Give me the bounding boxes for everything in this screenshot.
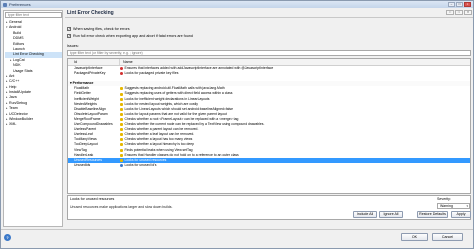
warning-icon	[120, 158, 123, 162]
tree-item-label: Lint Error Checking	[13, 52, 44, 57]
issue-description-body: Unused resources make applications large…	[70, 205, 173, 209]
issues-table[interactable]: Id Name JavascriptInterface Ensures that …	[67, 58, 471, 194]
footer-divider	[1, 229, 473, 230]
check-on-save[interactable]: ✓ When saving files, check for errors	[67, 27, 130, 31]
ignore-all-button[interactable]: Ignore All	[379, 211, 403, 218]
tree-filter-input[interactable]	[5, 12, 62, 18]
preferences-tree: ▸General ▾Android Build DDMS Editors Launch Li…	[5, 20, 62, 128]
warning-icon	[120, 92, 123, 96]
tree-item-label: DDMS	[13, 36, 24, 41]
info-icon	[120, 163, 123, 167]
warning-icon	[120, 128, 123, 132]
check-on-save-label: When saving files, check for errors	[73, 27, 130, 31]
restore-defaults-button[interactable]: Restore Defaults	[417, 211, 448, 218]
page-title: Lint Error Checking	[67, 10, 114, 16]
preferences-window: Preferences – □ × ▸General▾AndroidBuildD…	[0, 0, 474, 249]
chevron-down-icon: ▾	[466, 204, 468, 208]
table-body: JavascriptInterface Ensures that interfac…	[68, 66, 470, 168]
table-header: Id Name	[68, 59, 470, 66]
tree-item-label: NDK	[13, 63, 21, 68]
warning-icon	[120, 138, 123, 142]
warning-icon	[120, 143, 123, 147]
preferences-tree-pane: ▸General▾AndroidBuildDDMSEditorsLaunchLi…	[3, 10, 63, 227]
warning-icon	[120, 107, 123, 111]
tree-item-label: Help	[9, 84, 17, 89]
column-header-id[interactable]: Id	[68, 59, 120, 65]
error-icon	[120, 67, 123, 71]
issues-label: Issues:	[67, 44, 79, 48]
tree-item-label: LogCat	[13, 57, 25, 62]
check-on-export[interactable]: ✓ Run full error check when exporting ap…	[67, 34, 193, 38]
issue-id-cell: UnusedIds	[74, 162, 91, 167]
apply-button[interactable]: Apply	[451, 211, 471, 218]
include-all-button[interactable]: Include All	[353, 211, 377, 218]
close-button[interactable]: ×	[464, 2, 471, 7]
help-icon[interactable]: ?	[4, 234, 11, 241]
tree-item-label: Launch	[13, 46, 25, 51]
tree-item-label: Ant	[9, 73, 15, 78]
page-nav: ⇦ ⇨ ▾	[446, 10, 472, 15]
check-on-export-label: Run full error check when exporting app …	[73, 34, 193, 38]
column-header-name[interactable]: Name	[120, 59, 470, 65]
tree-item-label: UCDetector	[9, 111, 28, 116]
tree-item-label: Team	[9, 106, 18, 111]
tree-item[interactable]: ▸XML	[5, 122, 62, 127]
maximize-button[interactable]: □	[456, 2, 463, 7]
issue-description-pane: Looks for unused resources Unused resour…	[67, 195, 471, 220]
tree-item-label: C/C++	[9, 79, 20, 84]
warning-icon	[120, 117, 123, 121]
tree-item-label: Android	[9, 25, 22, 30]
warning-icon	[120, 123, 123, 127]
cancel-button[interactable]: Cancel	[432, 233, 463, 241]
app-icon	[3, 2, 7, 7]
warning-icon	[120, 153, 123, 157]
warning-icon	[120, 148, 123, 152]
tree-item-label: Run/Debug	[9, 100, 28, 105]
back-button[interactable]: ⇦	[446, 10, 454, 15]
issue-name-cell: Looks for unused id's	[120, 163, 470, 168]
window-controls: – □ ×	[448, 2, 471, 7]
severity-value: Warning	[440, 204, 453, 208]
check-on-export-checkbox[interactable]: ✓	[67, 34, 71, 38]
tree-item-label: Editors	[13, 41, 25, 46]
tree-item-label: Java	[9, 95, 17, 100]
ok-button[interactable]: OK	[401, 233, 428, 241]
issue-description-title: Looks for unused resources	[70, 197, 115, 201]
severity-label: Severity:	[437, 197, 451, 201]
title-divider	[65, 17, 473, 18]
warning-icon	[120, 87, 123, 91]
forward-button[interactable]: ⇨	[455, 10, 463, 15]
window-title: Preferences	[9, 2, 31, 7]
tree-item-label: Install/Update	[9, 90, 31, 95]
nav-menu-button[interactable]: ▾	[464, 10, 472, 15]
warning-icon	[120, 112, 123, 116]
warning-icon	[120, 102, 123, 106]
minimize-button[interactable]: –	[448, 2, 455, 7]
tree-item-label: Usage Stats	[13, 68, 33, 73]
warning-icon	[120, 133, 123, 137]
lint-page: Lint Error Checking ⇦ ⇨ ▾ ✓ When saving …	[65, 10, 473, 227]
tree-item-label: General	[9, 20, 22, 24]
severity-select[interactable]: Warning ▾	[437, 203, 470, 209]
issue-name-text: Looks for unused id's	[124, 162, 157, 167]
tree-item-label: Build	[13, 30, 21, 35]
tree-item-label: XML	[9, 122, 17, 127]
error-icon	[120, 72, 123, 76]
issues-filter-input[interactable]	[67, 50, 471, 56]
table-row[interactable]: UnusedIds Looks for unused id's	[68, 163, 470, 168]
warning-icon	[120, 97, 123, 101]
tree-item-label: WindowBuilder	[9, 117, 33, 122]
check-on-save-checkbox[interactable]: ✓	[67, 27, 71, 31]
title-bar: Preferences – □ ×	[1, 1, 473, 8]
